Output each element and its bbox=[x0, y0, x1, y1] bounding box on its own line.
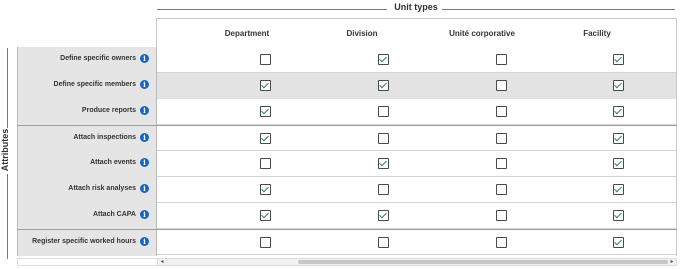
row-label-cell: Attach events i bbox=[17, 151, 157, 177]
column-header-unite-corporative: Unité corporative bbox=[449, 29, 515, 38]
row-label: Produce reports bbox=[81, 107, 136, 114]
checkbox-facility[interactable] bbox=[613, 184, 624, 195]
checkbox-division[interactable] bbox=[378, 210, 389, 221]
checkbox-division[interactable] bbox=[378, 80, 389, 91]
checkbox-department[interactable] bbox=[260, 210, 271, 221]
row-label: Define specific members bbox=[53, 81, 136, 88]
horizontal-scrollbar[interactable]: ◂ ▸ bbox=[157, 258, 677, 266]
table-row: Attach CAPA i bbox=[17, 203, 677, 229]
row-label: Attach inspections bbox=[73, 134, 136, 141]
row-label-cell: Define specific members i bbox=[17, 73, 157, 99]
table-row: Attach inspections i bbox=[17, 125, 677, 152]
attributes-label: Attributes bbox=[0, 128, 10, 172]
unit-types-header: Unit types bbox=[157, 0, 675, 17]
column-header-facility: Facility bbox=[583, 29, 611, 38]
row-label-cell: Attach CAPA i bbox=[17, 203, 157, 229]
row-cells bbox=[157, 73, 677, 99]
checkbox-department[interactable] bbox=[260, 237, 271, 248]
checkbox-department[interactable] bbox=[260, 133, 271, 144]
table-row: Register specific worked hours i bbox=[17, 229, 677, 256]
checkbox-division[interactable] bbox=[378, 237, 389, 248]
checkbox-unite-corporative[interactable] bbox=[496, 133, 507, 144]
row-label-cell: Attach inspections i bbox=[17, 126, 157, 152]
checkbox-unite-corporative[interactable] bbox=[496, 237, 507, 248]
table-row: Attach events i bbox=[17, 151, 677, 177]
row-cells bbox=[157, 230, 677, 256]
column-header-division: Division bbox=[346, 29, 378, 38]
info-icon[interactable]: i bbox=[140, 133, 149, 142]
row-cells bbox=[157, 47, 677, 73]
info-icon[interactable]: i bbox=[140, 210, 149, 219]
scrollbar-thumb[interactable] bbox=[298, 260, 668, 264]
column-header-department: Department bbox=[224, 29, 270, 38]
info-icon[interactable]: i bbox=[140, 184, 149, 193]
info-icon[interactable]: i bbox=[140, 158, 149, 167]
row-label: Register specific worked hours bbox=[32, 238, 136, 245]
checkbox-unite-corporative[interactable] bbox=[496, 158, 507, 169]
checkbox-division[interactable] bbox=[378, 133, 389, 144]
checkbox-department[interactable] bbox=[260, 184, 271, 195]
row-cells bbox=[157, 99, 677, 125]
checkbox-facility[interactable] bbox=[613, 210, 624, 221]
row-label-cell: Define specific owners i bbox=[17, 47, 157, 73]
table-row: Produce reports i bbox=[17, 99, 677, 125]
table-row: Define specific members i bbox=[17, 73, 677, 99]
checkbox-facility[interactable] bbox=[613, 106, 624, 117]
checkbox-facility[interactable] bbox=[613, 54, 624, 65]
unit-types-label: Unit types bbox=[394, 2, 438, 12]
checkbox-unite-corporative[interactable] bbox=[496, 80, 507, 91]
checkbox-department[interactable] bbox=[260, 80, 271, 91]
checkbox-department[interactable] bbox=[260, 158, 271, 169]
checkbox-facility[interactable] bbox=[613, 237, 624, 248]
info-icon[interactable]: i bbox=[140, 106, 149, 115]
checkbox-unite-corporative[interactable] bbox=[496, 184, 507, 195]
scroll-spacer bbox=[17, 258, 157, 266]
row-label: Attach CAPA bbox=[92, 211, 136, 218]
checkbox-facility[interactable] bbox=[613, 80, 624, 91]
row-label: Define specific owners bbox=[60, 55, 136, 62]
checkbox-unite-corporative[interactable] bbox=[496, 210, 507, 221]
checkbox-division[interactable] bbox=[378, 54, 389, 65]
checkbox-unite-corporative[interactable] bbox=[496, 106, 507, 117]
row-label: Attach risk analyses bbox=[68, 185, 136, 192]
info-icon[interactable]: i bbox=[140, 237, 149, 246]
table-row: Define specific owners i bbox=[17, 47, 677, 73]
row-cells bbox=[157, 177, 677, 203]
checkbox-unite-corporative[interactable] bbox=[496, 54, 507, 65]
checkbox-facility[interactable] bbox=[613, 133, 624, 144]
checkbox-facility[interactable] bbox=[613, 158, 624, 169]
row-label: Attach events bbox=[90, 159, 136, 166]
checkbox-department[interactable] bbox=[260, 106, 271, 117]
info-icon[interactable]: i bbox=[140, 54, 149, 63]
column-header-row: Department Division Unité corporative Fa… bbox=[156, 18, 677, 47]
info-icon[interactable]: i bbox=[140, 80, 149, 89]
attributes-divider-bottom bbox=[7, 174, 8, 259]
scroll-right-arrow[interactable]: ▸ bbox=[668, 259, 676, 265]
checkbox-department[interactable] bbox=[260, 54, 271, 65]
attributes-side-label: Attributes bbox=[0, 48, 14, 259]
attributes-grid: Department Division Unité corporative Fa… bbox=[17, 18, 677, 266]
row-label-cell: Produce reports i bbox=[17, 99, 157, 125]
scroll-left-arrow[interactable]: ◂ bbox=[158, 259, 166, 265]
row-label-cell: Attach risk analyses i bbox=[17, 177, 157, 203]
row-cells bbox=[157, 151, 677, 177]
checkbox-division[interactable] bbox=[378, 184, 389, 195]
checkbox-division[interactable] bbox=[378, 106, 389, 117]
row-label-cell: Register specific worked hours i bbox=[17, 230, 157, 256]
row-cells bbox=[157, 203, 677, 229]
header-divider-right bbox=[442, 9, 675, 10]
checkbox-division[interactable] bbox=[378, 158, 389, 169]
table-row: Attach risk analyses i bbox=[17, 177, 677, 203]
attributes-divider-top bbox=[7, 48, 8, 128]
row-cells bbox=[157, 126, 677, 152]
